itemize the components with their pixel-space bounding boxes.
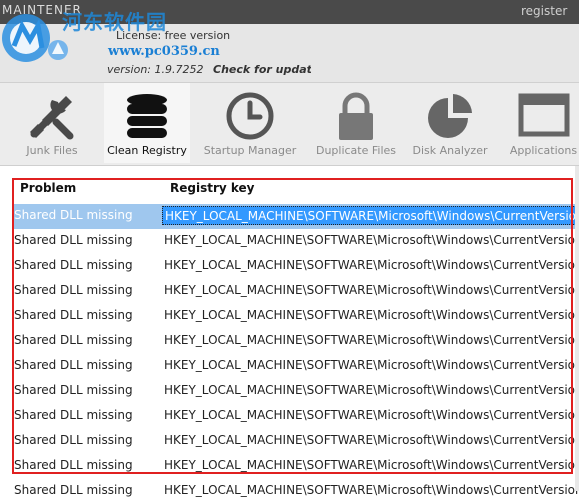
table-row[interactable]: Shared DLL missing HKEY_LOCAL_MACHINE\SO… bbox=[12, 229, 579, 254]
tools-icon bbox=[30, 96, 74, 140]
tool-clean-registry[interactable]: Clean Registry bbox=[104, 83, 190, 163]
table-row[interactable]: Shared DLL missing HKEY_LOCAL_MACHINE\SO… bbox=[12, 379, 579, 404]
table-row[interactable]: Shared DLL missing HKEY_LOCAL_MACHINE\SO… bbox=[12, 354, 579, 379]
tool-label: Applications bbox=[509, 144, 578, 157]
column-header-registry-key[interactable]: Registry key bbox=[170, 181, 255, 195]
column-header-problem[interactable]: Problem bbox=[20, 181, 76, 195]
table-row[interactable]: Shared DLL missing HKEY_LOCAL_MACHINE\SO… bbox=[12, 404, 579, 429]
registry-key-cell: HKEY_LOCAL_MACHINE\SOFTWARE\Microsoft\Wi… bbox=[164, 483, 579, 497]
table-row[interactable]: Shared DLL missing HKEY_LOCAL_MACHINE\SO… bbox=[12, 254, 579, 279]
window-icon bbox=[518, 93, 569, 137]
tool-label: Junk Files bbox=[26, 144, 78, 157]
check-updates-link[interactable]: Check for updates bbox=[213, 63, 311, 76]
app-header: MAINTENER register 河东软件园 License: free v… bbox=[0, 0, 579, 82]
registry-key-cell: HKEY_LOCAL_MACHINE\SOFTWARE\Microsoft\Wi… bbox=[164, 408, 579, 422]
database-icon bbox=[127, 94, 167, 138]
registry-key-cell: HKEY_LOCAL_MACHINE\SOFTWARE\Microsoft\Wi… bbox=[164, 358, 579, 372]
table-row[interactable]: Shared DLL missing HKEY_LOCAL_MACHINE\SO… bbox=[12, 479, 579, 504]
registry-key-cell: HKEY_LOCAL_MACHINE\SOFTWARE\Microsoft\Wi… bbox=[164, 458, 579, 472]
problem-cell: Shared DLL missing bbox=[14, 258, 133, 272]
problem-cell: Shared DLL missing bbox=[14, 458, 133, 472]
problem-cell: Shared DLL missing bbox=[14, 358, 133, 372]
problem-cell: Shared DLL missing bbox=[14, 333, 133, 347]
registry-key-cell: HKEY_LOCAL_MACHINE\SOFTWARE\Microsoft\Wi… bbox=[164, 383, 579, 397]
registry-key-cell: HKEY_LOCAL_MACHINE\SOFTWARE\Microsoft\Wi… bbox=[162, 206, 579, 225]
problem-cell: Shared DLL missing bbox=[14, 208, 133, 222]
problem-cell: Shared DLL missing bbox=[14, 383, 133, 397]
registry-key-cell: HKEY_LOCAL_MACHINE\SOFTWARE\Microsoft\Wi… bbox=[164, 283, 579, 297]
license-text: License: free version bbox=[116, 29, 231, 42]
tool-startup-manager[interactable]: Startup Manager bbox=[200, 83, 300, 163]
tool-label: Disk Analyzer bbox=[412, 144, 488, 157]
table-row[interactable]: Shared DLL missing HKEY_LOCAL_MACHINE\SO… bbox=[12, 279, 579, 304]
problem-cell: Shared DLL missing bbox=[14, 483, 133, 497]
table-row[interactable]: Shared DLL missing HKEY_LOCAL_MACHINE\SO… bbox=[12, 329, 579, 354]
table-row[interactable]: Shared DLL missing HKEY_LOCAL_MACHINE\SO… bbox=[12, 454, 579, 479]
register-link[interactable]: register bbox=[521, 4, 567, 18]
watermark-url: www.pc0359.cn bbox=[108, 44, 220, 59]
tool-applications[interactable]: Applications bbox=[508, 83, 579, 163]
tool-disk-analyzer[interactable]: Disk Analyzer bbox=[406, 83, 494, 163]
registry-key-cell: HKEY_LOCAL_MACHINE\SOFTWARE\Microsoft\Wi… bbox=[164, 258, 579, 272]
problem-cell: Shared DLL missing bbox=[14, 283, 133, 297]
tool-duplicate-files[interactable]: Duplicate Files bbox=[310, 83, 402, 163]
lock-icon bbox=[339, 92, 373, 140]
tool-junk-files[interactable]: Junk Files bbox=[0, 83, 104, 163]
pie-chart-icon bbox=[428, 94, 472, 138]
registry-problem-table: Problem Registry key Shared DLL missing … bbox=[0, 165, 579, 497]
registry-key-cell: HKEY_LOCAL_MACHINE\SOFTWARE\Microsoft\Wi… bbox=[164, 233, 579, 247]
table-row[interactable]: Shared DLL missing HKEY_LOCAL_MACHINE\SO… bbox=[12, 204, 579, 229]
table-row[interactable]: Shared DLL missing HKEY_LOCAL_MACHINE\SO… bbox=[12, 429, 579, 454]
registry-key-cell: HKEY_LOCAL_MACHINE\SOFTWARE\Microsoft\Wi… bbox=[164, 308, 579, 322]
tool-label: Duplicate Files bbox=[315, 144, 397, 157]
registry-key-cell: HKEY_LOCAL_MACHINE\SOFTWARE\Microsoft\Wi… bbox=[164, 433, 579, 447]
registry-key-cell: HKEY_LOCAL_MACHINE\SOFTWARE\Microsoft\Wi… bbox=[164, 333, 579, 347]
problem-cell: Shared DLL missing bbox=[14, 408, 133, 422]
version-text: version: 1.9.7252 bbox=[107, 63, 204, 76]
problem-cell: Shared DLL missing bbox=[14, 433, 133, 447]
clock-icon bbox=[226, 92, 274, 140]
tool-label: Startup Manager bbox=[203, 144, 297, 157]
problem-cell: Shared DLL missing bbox=[14, 308, 133, 322]
tool-label: Clean Registry bbox=[107, 144, 187, 157]
vertical-scrollbar[interactable] bbox=[575, 166, 579, 491]
table-row[interactable]: Shared DLL missing HKEY_LOCAL_MACHINE\SO… bbox=[12, 304, 579, 329]
main-toolbar: Junk Files Clean Registry Startup Manage… bbox=[0, 82, 579, 165]
problem-cell: Shared DLL missing bbox=[14, 233, 133, 247]
